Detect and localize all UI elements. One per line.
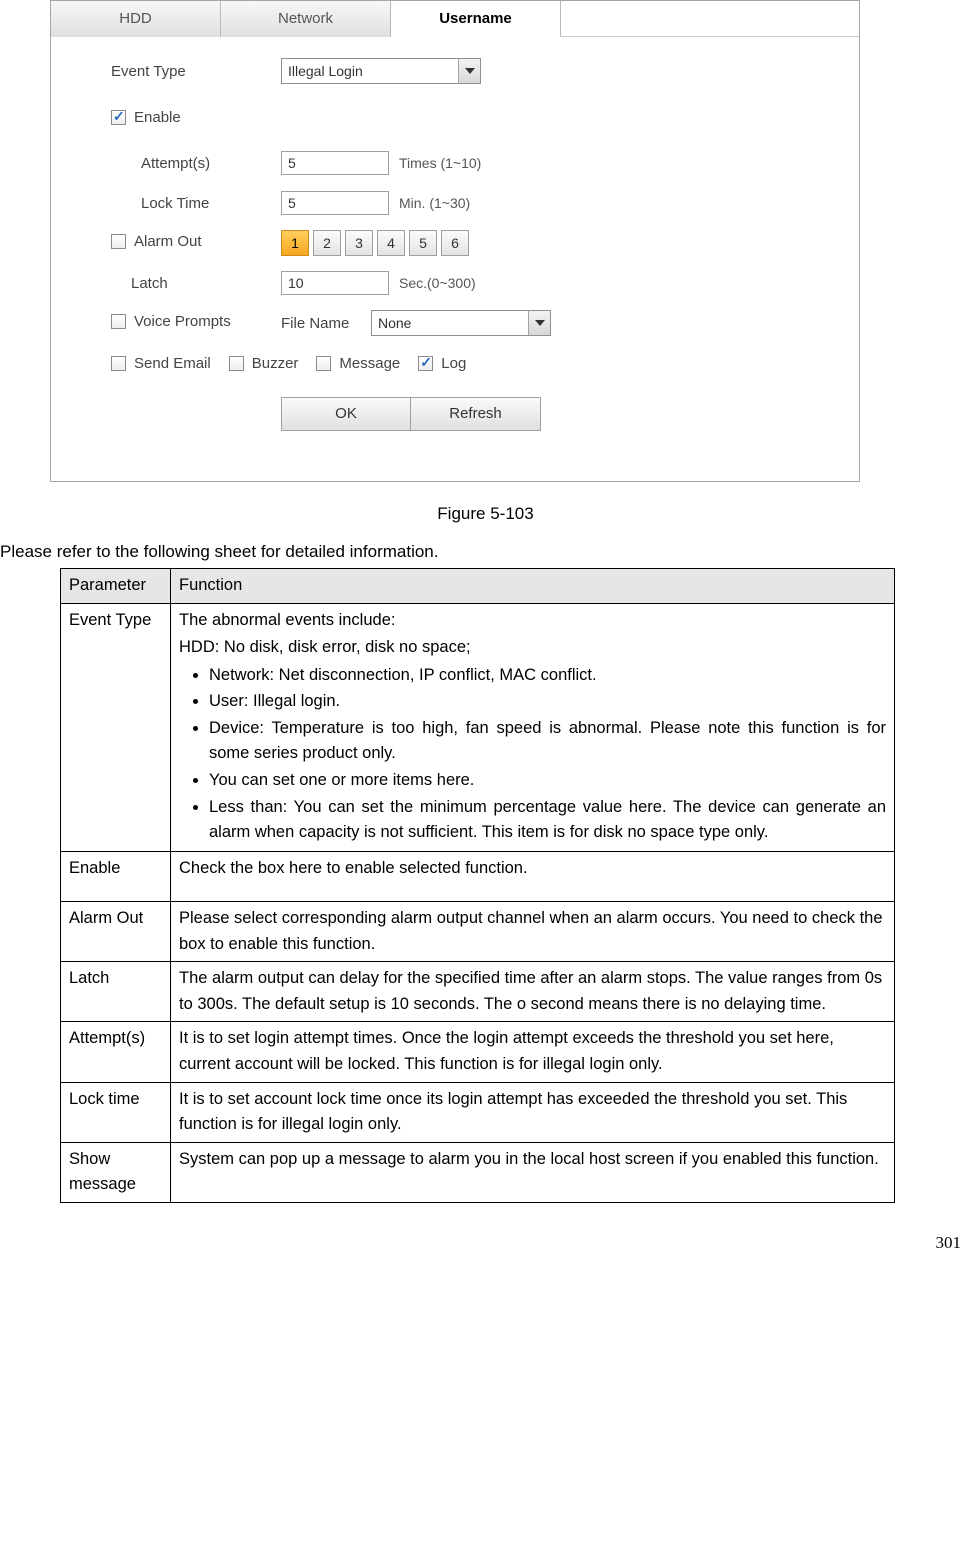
alarm-channel-1[interactable]: 1 [281, 230, 309, 256]
filename-dropdown[interactable]: None [371, 310, 551, 336]
param-cell: Alarm Out [61, 902, 171, 962]
table-row: Show message System can pop up a message… [61, 1142, 895, 1202]
attempts-hint: Times (1~10) [399, 155, 481, 171]
locktime-input[interactable] [281, 191, 389, 215]
page-number: 301 [0, 1233, 961, 1253]
table-row: Alarm Out Please select corresponding al… [61, 902, 895, 962]
event-type-value: Illegal Login [288, 63, 363, 79]
func-cell: The alarm output can delay for the speci… [171, 962, 895, 1022]
latch-input[interactable] [281, 271, 389, 295]
alarm-channel-4[interactable]: 4 [377, 230, 405, 256]
tab-bar: HDD Network Username [51, 1, 859, 37]
voice-prompts-checkbox[interactable] [111, 314, 126, 329]
sendemail-label: Send Email [134, 355, 211, 372]
table-row: Latch The alarm output can delay for the… [61, 962, 895, 1022]
message-checkbox[interactable] [316, 356, 331, 371]
ok-button[interactable]: OK [281, 397, 411, 431]
func-cell: System can pop up a message to alarm you… [171, 1142, 895, 1202]
buzzer-label: Buzzer [252, 355, 299, 372]
alarm-channel-2[interactable]: 2 [313, 230, 341, 256]
table-header-function: Function [171, 569, 895, 604]
func-cell: It is to set login attempt times. Once t… [171, 1022, 895, 1082]
event-type-label: Event Type [81, 63, 281, 80]
func-cell: Please select corresponding alarm output… [171, 902, 895, 962]
locktime-label: Lock Time [81, 195, 281, 212]
chevron-down-icon[interactable] [458, 59, 480, 83]
table-intro: Please refer to the following sheet for … [0, 542, 971, 562]
param-cell: Attempt(s) [61, 1022, 171, 1082]
enable-checkbox[interactable] [111, 110, 126, 125]
param-cell: Event Type [61, 603, 171, 851]
param-cell: Latch [61, 962, 171, 1022]
latch-hint: Sec.(0~300) [399, 275, 476, 291]
log-label: Log [441, 355, 466, 372]
func-cell: Check the box here to enable selected fu… [171, 851, 895, 902]
table-row: Lock time It is to set account lock time… [61, 1082, 895, 1142]
param-cell: Show message [61, 1142, 171, 1202]
figure-caption: Figure 5-103 [0, 504, 971, 524]
tab-hdd[interactable]: HDD [51, 1, 221, 37]
refresh-button[interactable]: Refresh [411, 397, 541, 431]
table-row: Attempt(s) It is to set login attempt ti… [61, 1022, 895, 1082]
filename-label: File Name [281, 315, 371, 332]
func-cell: The abnormal events include: HDD: No dis… [171, 603, 895, 851]
message-label: Message [339, 355, 400, 372]
enable-label: Enable [134, 109, 181, 126]
alarm-channel-5[interactable]: 5 [409, 230, 437, 256]
alarmout-channel-group: 1 2 3 4 5 6 [281, 230, 469, 256]
voice-prompts-label: Voice Prompts [134, 313, 231, 330]
tab-username[interactable]: Username [391, 1, 561, 37]
table-row: Enable Check the box here to enable sele… [61, 851, 895, 902]
param-cell: Enable [61, 851, 171, 902]
tab-network[interactable]: Network [221, 1, 391, 37]
log-checkbox[interactable] [418, 356, 433, 371]
event-type-dropdown[interactable]: Illegal Login [281, 58, 481, 84]
alarm-channel-6[interactable]: 6 [441, 230, 469, 256]
attempts-label: Attempt(s) [81, 155, 281, 172]
buzzer-checkbox[interactable] [229, 356, 244, 371]
alarmout-label: Alarm Out [134, 233, 202, 250]
sendemail-checkbox[interactable] [111, 356, 126, 371]
parameter-table: Parameter Function Event Type The abnorm… [60, 568, 895, 1203]
table-row: Event Type The abnormal events include: … [61, 603, 895, 851]
alarmout-checkbox[interactable] [111, 234, 126, 249]
param-cell: Lock time [61, 1082, 171, 1142]
locktime-hint: Min. (1~30) [399, 195, 470, 211]
alarm-channel-3[interactable]: 3 [345, 230, 373, 256]
settings-panel: HDD Network Username Event Type Illegal … [50, 0, 860, 482]
func-cell: It is to set account lock time once its … [171, 1082, 895, 1142]
attempts-input[interactable] [281, 151, 389, 175]
chevron-down-icon[interactable] [528, 311, 550, 335]
table-header-parameter: Parameter [61, 569, 171, 604]
latch-label: Latch [81, 275, 281, 292]
filename-value: None [378, 315, 411, 331]
